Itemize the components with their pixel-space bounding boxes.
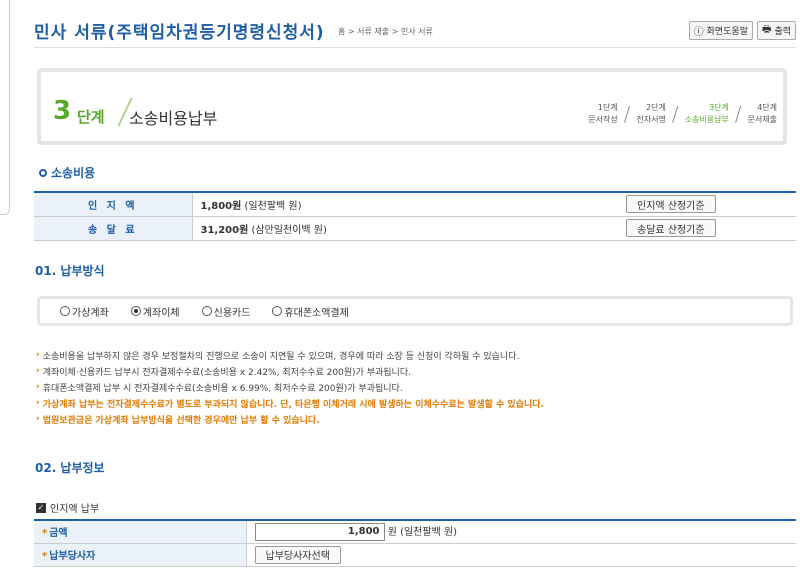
radio-label: 신용카드 bbox=[213, 307, 251, 319]
step-unit: 단계 bbox=[77, 108, 105, 126]
amount-label-cell: * 금액 bbox=[34, 520, 247, 544]
step-3-num: 3단계 bbox=[708, 103, 729, 112]
cost-section-header: 소송비용 bbox=[39, 164, 95, 181]
table-row: * 금액 1,800 원 (일천팔백 원) bbox=[34, 520, 796, 544]
printer-icon: 🖶 bbox=[761, 24, 772, 35]
payer-label-cell: * 납부당사자 bbox=[34, 543, 247, 567]
stamp-fee-btn-cell: 인지액 산정기준 bbox=[626, 192, 796, 217]
note-item: › 휴대폰소액결제 납부 시 전자결제수수료(소송비용 x 6.99%, 최저수수… bbox=[36, 379, 796, 395]
radio-credit-card[interactable]: 신용카드 bbox=[201, 304, 251, 319]
left-panel bbox=[0, 0, 10, 215]
page-header: 민사 서류(주택임차권등기명령신청서) 홈 > 서류 제출 > 민사 서류 ⓘ … bbox=[34, 0, 796, 48]
step-separator: / bbox=[734, 102, 742, 126]
step-number: 3 bbox=[53, 96, 72, 126]
radio-label: 휴대폰소액결제 bbox=[284, 307, 349, 319]
radio-checked-icon bbox=[130, 306, 141, 316]
print-button[interactable]: 🖶 출력 bbox=[756, 21, 796, 40]
amount-label: 금액 bbox=[49, 528, 68, 540]
note-text: 계좌이체·신용카드 납부시 전자결제수수료(소송비용 x 2.42%, 최저수수… bbox=[42, 367, 411, 378]
stamp-fee-label: 인 지 액 bbox=[34, 192, 193, 217]
payer-value-cell: 납부당사자선택 bbox=[246, 543, 796, 567]
note-text: 소송비용을 납부하지 않은 경우 보정절차의 진행으로 소송이 지연될 수 있으… bbox=[42, 351, 520, 362]
step-4-num: 4단계 bbox=[757, 103, 777, 112]
select-payer-button[interactable]: 납부당사자선택 bbox=[254, 545, 341, 564]
payment-info-table: * 금액 1,800 원 (일천팔백 원) * 납부당사자 납부당사자선택 bbox=[34, 519, 796, 567]
table-row: 송 달 료 31,200원 (삼만일천이백 원) 송달료 산정기준 bbox=[34, 216, 796, 241]
service-fee-amount: 31,200원 bbox=[200, 224, 249, 236]
cost-section-title: 소송비용 bbox=[51, 166, 96, 180]
step-1-num: 1단계 bbox=[597, 103, 618, 112]
payment-method-title: 01. 납부방식 bbox=[35, 264, 105, 278]
amount-suffix: 원 (일천팔백 원) bbox=[387, 526, 458, 538]
page-title: 민사 서류(주택임차권등기명령신청서) bbox=[34, 23, 325, 43]
stamp-fee-amount: 1,800원 bbox=[200, 200, 242, 212]
amount-input[interactable]: 1,800 bbox=[254, 522, 385, 541]
radio-account-transfer[interactable]: 계좌이체 bbox=[130, 304, 180, 319]
required-icon: * bbox=[42, 528, 48, 540]
arrow-right-icon: › bbox=[36, 366, 40, 376]
step-box: 3 단계 소송비용납부 1단계문서작성 / 2단계전자서명 / 3단계소송비용납… bbox=[37, 68, 787, 145]
payment-method-options: 가상계좌 계좌이체 신용카드 휴대폰소액결제 bbox=[37, 296, 793, 326]
radio-icon bbox=[272, 306, 283, 316]
breadcrumb: 홈 > 서류 제출 > 민사 서류 bbox=[338, 27, 433, 36]
note-item-highlight: › 법원보관금은 가상계좌 납부방식을 선택한 경우에만 납부 할 수 있습니다. bbox=[36, 411, 796, 427]
payment-info-title: 02. 납부정보 bbox=[35, 461, 105, 475]
help-button[interactable]: ⓘ 화면도움말 bbox=[688, 21, 753, 40]
step-4-label: 문서제출 bbox=[747, 115, 777, 124]
required-icon: * bbox=[42, 551, 48, 562]
stamp-fee-checkbox[interactable]: ✓ 인지액 납부 bbox=[36, 500, 99, 515]
note-item: › 계좌이체·신용카드 납부시 전자결제수수료(소송비용 x 2.42%, 최저수… bbox=[36, 363, 796, 379]
bullet-circle-icon bbox=[39, 168, 47, 177]
note-text: 휴대폰소액결제 납부 시 전자결제수수료(소송비용 x 6.99%, 최저수수료… bbox=[42, 383, 403, 394]
stamp-fee-value: 1,800원 (일천팔백 원) bbox=[192, 192, 626, 217]
step-separator: / bbox=[671, 102, 679, 126]
step-title: 소송비용납부 bbox=[129, 109, 218, 128]
step-item-3: / 3단계소송비용납부 bbox=[672, 102, 729, 126]
note-text: 법원보관금은 가상계좌 납부방식을 선택한 경우에만 납부 할 수 있습니다. bbox=[42, 415, 320, 426]
radio-icon bbox=[201, 306, 212, 316]
arrow-right-icon: › bbox=[36, 414, 40, 424]
step-separator: / bbox=[623, 102, 631, 126]
service-fee-criteria-button[interactable]: 송달료 산정기준 bbox=[626, 219, 716, 237]
cost-table: 인 지 액 1,800원 (일천팔백 원) 인지액 산정기준 송 달 료 31,… bbox=[34, 191, 796, 241]
stamp-fee-criteria-button[interactable]: 인지액 산정기준 bbox=[626, 195, 716, 214]
arrow-right-icon: › bbox=[36, 350, 40, 360]
step-item-2: / 2단계전자서명 bbox=[624, 102, 666, 126]
step-2-num: 2단계 bbox=[646, 103, 666, 112]
step-item-1: 1단계문서작성 bbox=[588, 102, 617, 126]
note-item-highlight: › 가상계좌 납부는 전자결제수수료가 별도로 부과되지 않습니다. 단, 타은행… bbox=[36, 395, 796, 411]
payer-label: 납부당사자 bbox=[49, 551, 96, 562]
arrow-right-icon: › bbox=[36, 398, 40, 408]
service-fee-label: 송 달 료 bbox=[34, 216, 193, 241]
step-3-label: 소송비용납부 bbox=[684, 115, 729, 124]
radio-label: 가상계좌 bbox=[72, 307, 109, 319]
note-item: › 소송비용을 납부하지 않은 경우 보정절차의 진행으로 소송이 지연될 수 있… bbox=[36, 347, 796, 363]
stamp-fee-text: (일천팔백 원) bbox=[244, 200, 302, 212]
step-2-label: 전자서명 bbox=[636, 115, 666, 124]
step-item-4: / 4단계문서제출 bbox=[735, 102, 777, 126]
checkbox-checked-icon: ✓ bbox=[36, 502, 46, 513]
payment-notes: › 소송비용을 납부하지 않은 경우 보정절차의 진행으로 소송이 지연될 수 있… bbox=[36, 347, 796, 427]
table-row: * 납부당사자 납부당사자선택 bbox=[34, 543, 796, 567]
note-text: 가상계좌 납부는 전자결제수수료가 별도로 부과되지 않습니다. 단, 타은행 … bbox=[42, 399, 544, 410]
checkbox-label: 인지액 납부 bbox=[50, 504, 100, 515]
service-fee-value: 31,200원 (삼만일천이백 원) bbox=[192, 216, 626, 241]
radio-icon bbox=[60, 306, 70, 316]
main-content: 민사 서류(주택임차권등기명령신청서) 홈 > 서류 제출 > 민사 서류 ⓘ … bbox=[34, 0, 796, 567]
arrow-right-icon: › bbox=[36, 382, 40, 392]
header-buttons: ⓘ 화면도움말 🖶 출력 bbox=[688, 21, 796, 40]
info-icon: ⓘ bbox=[693, 27, 704, 38]
service-fee-text: (삼만일천이백 원) bbox=[251, 224, 327, 236]
radio-label: 계좌이체 bbox=[142, 307, 180, 319]
radio-mobile-payment[interactable]: 휴대폰소액결제 bbox=[272, 304, 349, 319]
help-button-label: 화면도움말 bbox=[706, 27, 748, 37]
service-fee-btn-cell: 송달료 산정기준 bbox=[626, 216, 796, 241]
step-indicator: 1단계문서작성 / 2단계전자서명 / 3단계소송비용납부 / 4단계문서제출 bbox=[588, 102, 777, 126]
table-row: 인 지 액 1,800원 (일천팔백 원) 인지액 산정기준 bbox=[34, 192, 796, 217]
print-button-label: 출력 bbox=[774, 27, 791, 37]
amount-value-cell: 1,800 원 (일천팔백 원) bbox=[246, 520, 796, 544]
step-1-label: 문서작성 bbox=[588, 115, 618, 124]
radio-virtual-account[interactable]: 가상계좌 bbox=[60, 304, 109, 319]
